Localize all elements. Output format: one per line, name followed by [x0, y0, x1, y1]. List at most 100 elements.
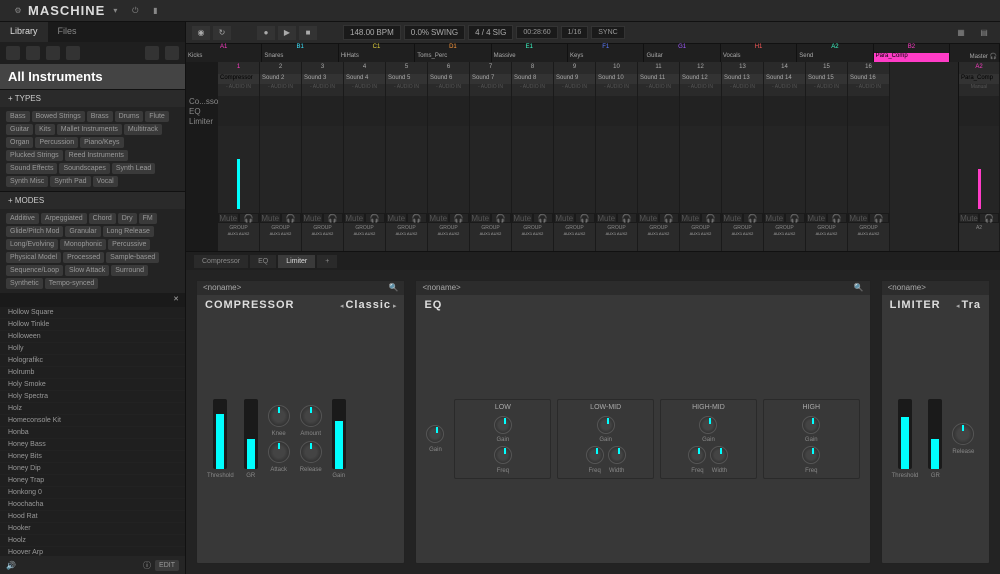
width-knob[interactable]: [710, 446, 728, 464]
mode-tag[interactable]: Surround: [111, 265, 148, 276]
search-icon[interactable]: 🔍: [854, 283, 864, 292]
release-knob[interactable]: [300, 441, 322, 463]
attack-knob[interactable]: [268, 441, 290, 463]
list-item[interactable]: Holy Spectra: [0, 391, 185, 403]
group-C1[interactable]: C1HiHats: [339, 44, 415, 62]
freq-knob[interactable]: [494, 446, 512, 464]
list-item[interactable]: Hollow Square: [0, 307, 185, 319]
width-knob[interactable]: [608, 446, 626, 464]
type-tag[interactable]: Piano/Keys: [80, 137, 123, 148]
filter-icon-4[interactable]: [66, 46, 80, 60]
amount-knob[interactable]: [300, 405, 322, 427]
list-item[interactable]: Honey Dip: [0, 463, 185, 475]
info-icon[interactable]: ⓘ: [143, 560, 151, 571]
lim-release-knob[interactable]: [952, 423, 974, 445]
group-D1[interactable]: D1Toms_Perc: [415, 44, 491, 62]
type-tag[interactable]: Soundscapes: [59, 163, 109, 174]
type-tag[interactable]: Synth Pad: [50, 176, 90, 187]
results-close[interactable]: ✕: [0, 293, 185, 307]
list-item[interactable]: Honey Bass: [0, 439, 185, 451]
type-tag[interactable]: Kits: [35, 124, 55, 135]
midi-icon[interactable]: ▦: [953, 25, 969, 41]
group-H1[interactable]: H1Vocals: [721, 44, 797, 62]
view-icon[interactable]: ▤: [976, 25, 992, 41]
list-item[interactable]: Honey Trap: [0, 475, 185, 487]
bpm-value[interactable]: 148.00: [350, 28, 374, 37]
list-item[interactable]: Holz: [0, 403, 185, 415]
sync-button[interactable]: SYNC: [591, 26, 624, 39]
type-tag[interactable]: Reed Instruments: [65, 150, 128, 161]
list-item[interactable]: Holrumb: [0, 367, 185, 379]
filter-icon-1[interactable]: [6, 46, 20, 60]
mode-tag[interactable]: FM: [139, 213, 157, 224]
edit-button[interactable]: EDIT: [155, 560, 179, 571]
gain-knob[interactable]: [802, 416, 820, 434]
type-tag[interactable]: Drums: [115, 111, 144, 122]
type-tag[interactable]: Flute: [145, 111, 169, 122]
eq-gain-knob[interactable]: [426, 425, 444, 443]
type-tag[interactable]: Plucked Strings: [6, 150, 63, 161]
group-B1[interactable]: B1Snares: [262, 44, 338, 62]
mode-tag[interactable]: Sequence/Loop: [6, 265, 63, 276]
prehear-icon[interactable]: 🔊: [6, 561, 16, 570]
type-tag[interactable]: Multitrack: [124, 124, 162, 135]
list-item[interactable]: Homeconsole Kit: [0, 415, 185, 427]
mode-tag[interactable]: Percussive: [108, 239, 150, 250]
list-item[interactable]: Holografikc: [0, 355, 185, 367]
threshold-slider[interactable]: [213, 399, 227, 469]
mode-tag[interactable]: Dry: [118, 213, 137, 224]
list-item[interactable]: Hood Rat: [0, 511, 185, 523]
type-tag[interactable]: Bowed Strings: [32, 111, 85, 122]
mode-tag[interactable]: Arpeggiated: [41, 213, 87, 224]
mode-tag[interactable]: Additive: [6, 213, 39, 224]
mode-tag[interactable]: Synthetic: [6, 278, 43, 289]
type-tag[interactable]: Percussion: [35, 137, 78, 148]
type-tag[interactable]: Synth Lead: [112, 163, 155, 174]
mode-tag[interactable]: Slow Attack: [65, 265, 109, 276]
play-button[interactable]: ▶: [278, 26, 296, 40]
cpu-icon[interactable]: ▮: [147, 3, 163, 19]
list-item[interactable]: Holy Smoke: [0, 379, 185, 391]
mode-tag[interactable]: Granular: [65, 226, 100, 237]
rec-button[interactable]: ●: [257, 26, 275, 40]
master-group[interactable]: Master 🎧: [950, 44, 1000, 62]
freq-knob[interactable]: [802, 446, 820, 464]
settings-icon[interactable]: ⚙: [10, 3, 26, 19]
filter-icon-3[interactable]: [46, 46, 60, 60]
preset-list[interactable]: Hollow SquareHollow TinkleHolloweenHolly…: [0, 307, 185, 556]
type-tag[interactable]: Guitar: [6, 124, 33, 135]
list-item[interactable]: Holly: [0, 343, 185, 355]
search-icon[interactable]: 🔍: [389, 283, 399, 292]
fx-tab-limiter[interactable]: Limiter: [278, 255, 315, 268]
list-item[interactable]: Holloween: [0, 331, 185, 343]
type-tag[interactable]: Sound Effects: [6, 163, 57, 174]
loop-icon[interactable]: ↻: [213, 26, 231, 40]
type-tag[interactable]: Mallet Instruments: [57, 124, 122, 135]
group-F1[interactable]: F1Keys: [568, 44, 644, 62]
lim-threshold-slider[interactable]: [898, 399, 912, 469]
freq-knob[interactable]: [688, 446, 706, 464]
dropdown-icon[interactable]: ▾: [107, 3, 123, 19]
fx-add-button[interactable]: +: [317, 255, 337, 268]
type-tag[interactable]: Vocal: [93, 176, 118, 187]
headphone-icon[interactable]: 🎧: [979, 213, 999, 223]
types-section[interactable]: + TYPES: [0, 89, 185, 107]
list-item[interactable]: Hoochacha: [0, 499, 185, 511]
metronome-icon[interactable]: ◉: [192, 26, 210, 40]
fx-tab-compressor[interactable]: Compressor: [194, 255, 248, 268]
knee-knob[interactable]: [268, 405, 290, 427]
list-item[interactable]: Honkong 0: [0, 487, 185, 499]
modes-section[interactable]: + MODES: [0, 191, 185, 209]
mode-tag[interactable]: Chord: [89, 213, 116, 224]
stop-button[interactable]: ■: [299, 26, 317, 40]
freq-knob[interactable]: [586, 446, 604, 464]
list-item[interactable]: Hoolz: [0, 535, 185, 547]
list-item[interactable]: Hoover Arp: [0, 547, 185, 556]
tab-library[interactable]: Library: [0, 22, 48, 42]
gain-slider[interactable]: [332, 399, 346, 469]
gain-knob[interactable]: [494, 416, 512, 434]
list-item[interactable]: Honba: [0, 427, 185, 439]
mode-tag[interactable]: Sample-based: [106, 252, 159, 263]
bars-display[interactable]: 1/16: [561, 26, 589, 39]
browser-header[interactable]: All Instruments: [0, 64, 185, 89]
